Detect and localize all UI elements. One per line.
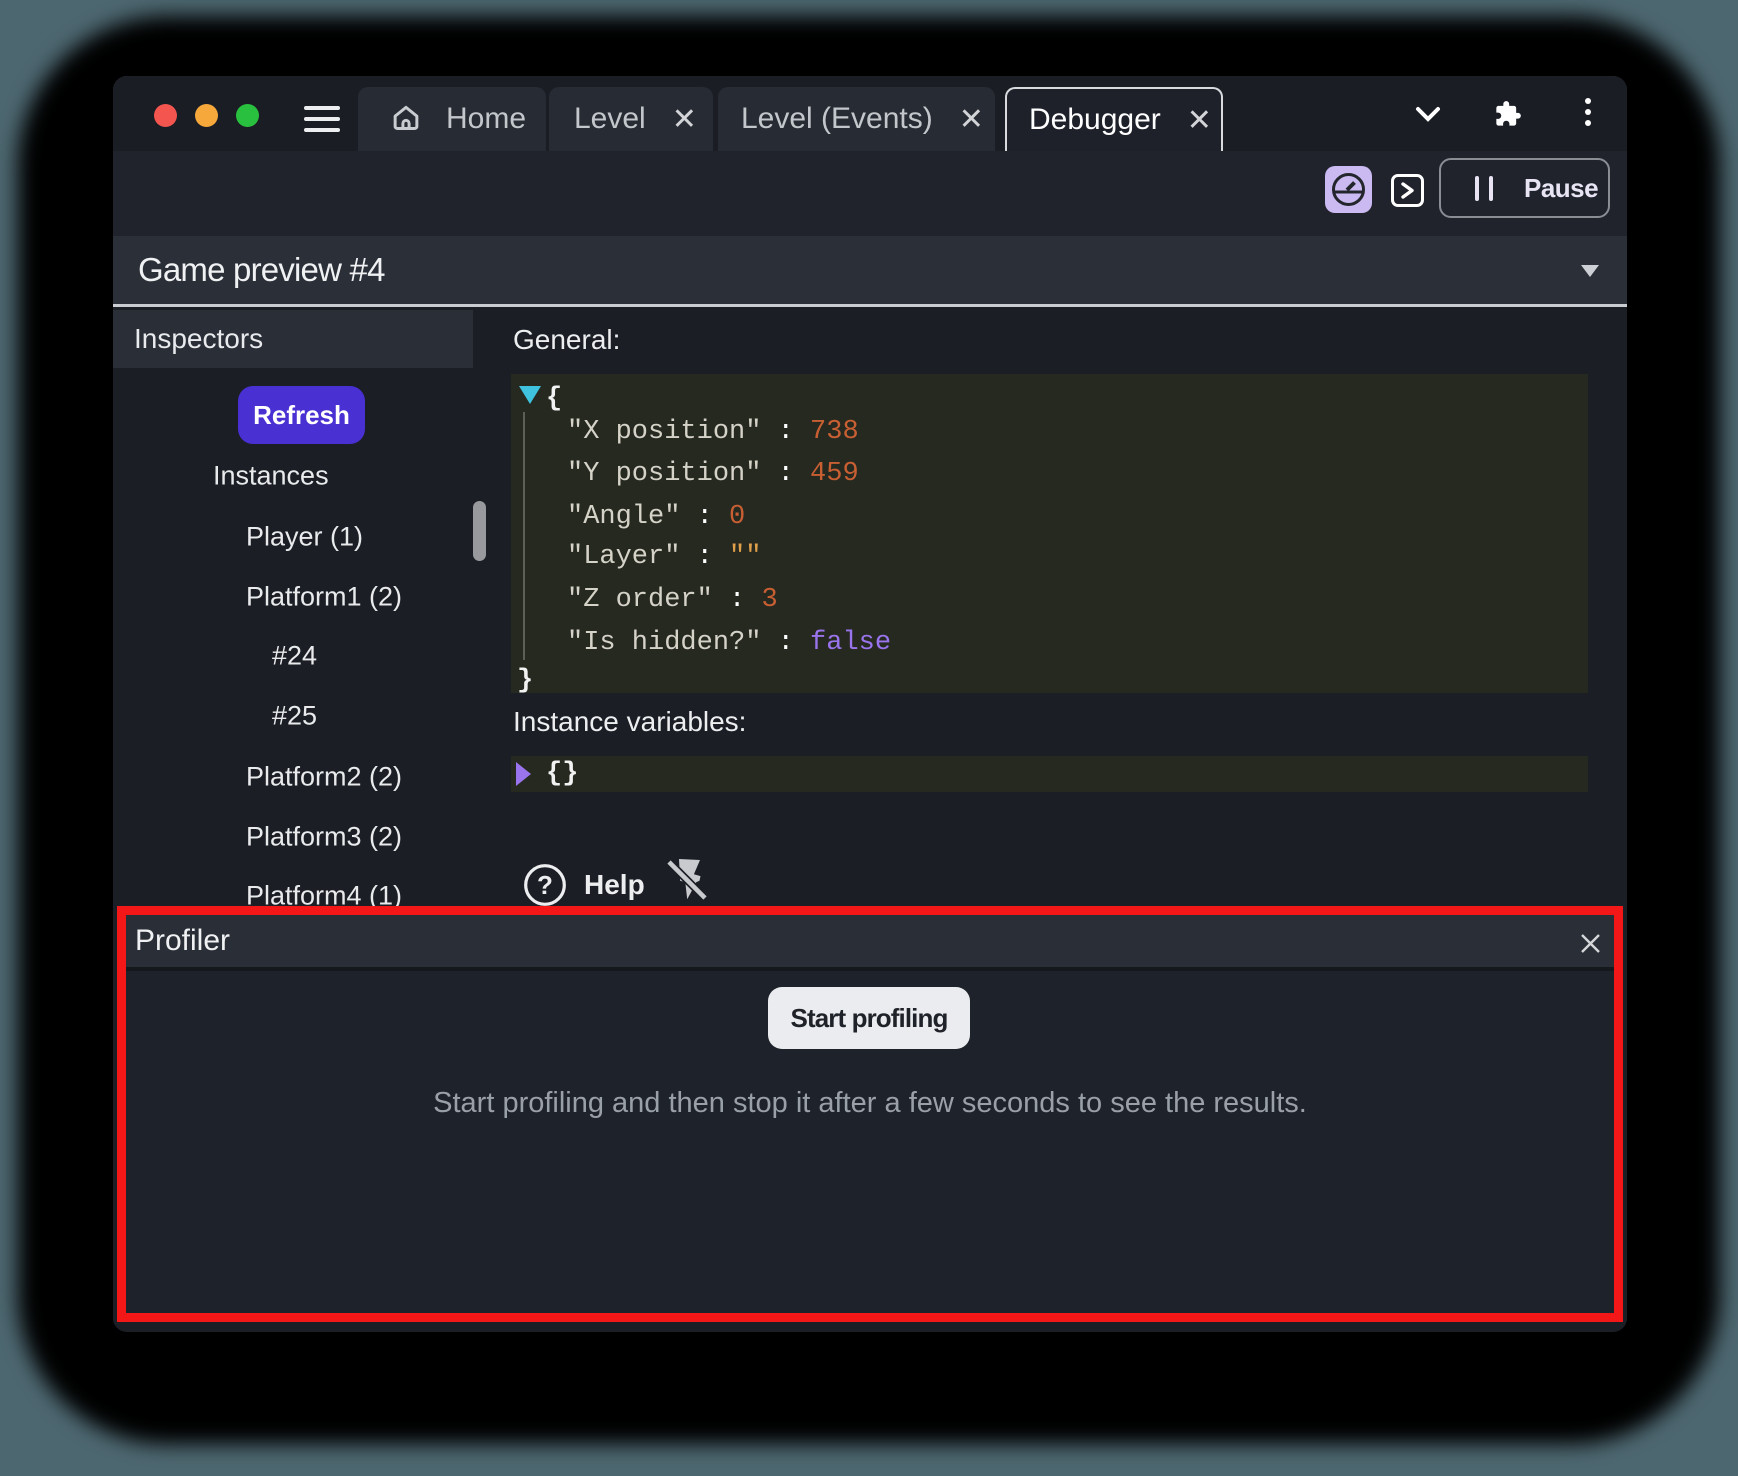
- svg-text:?: ?: [537, 870, 553, 900]
